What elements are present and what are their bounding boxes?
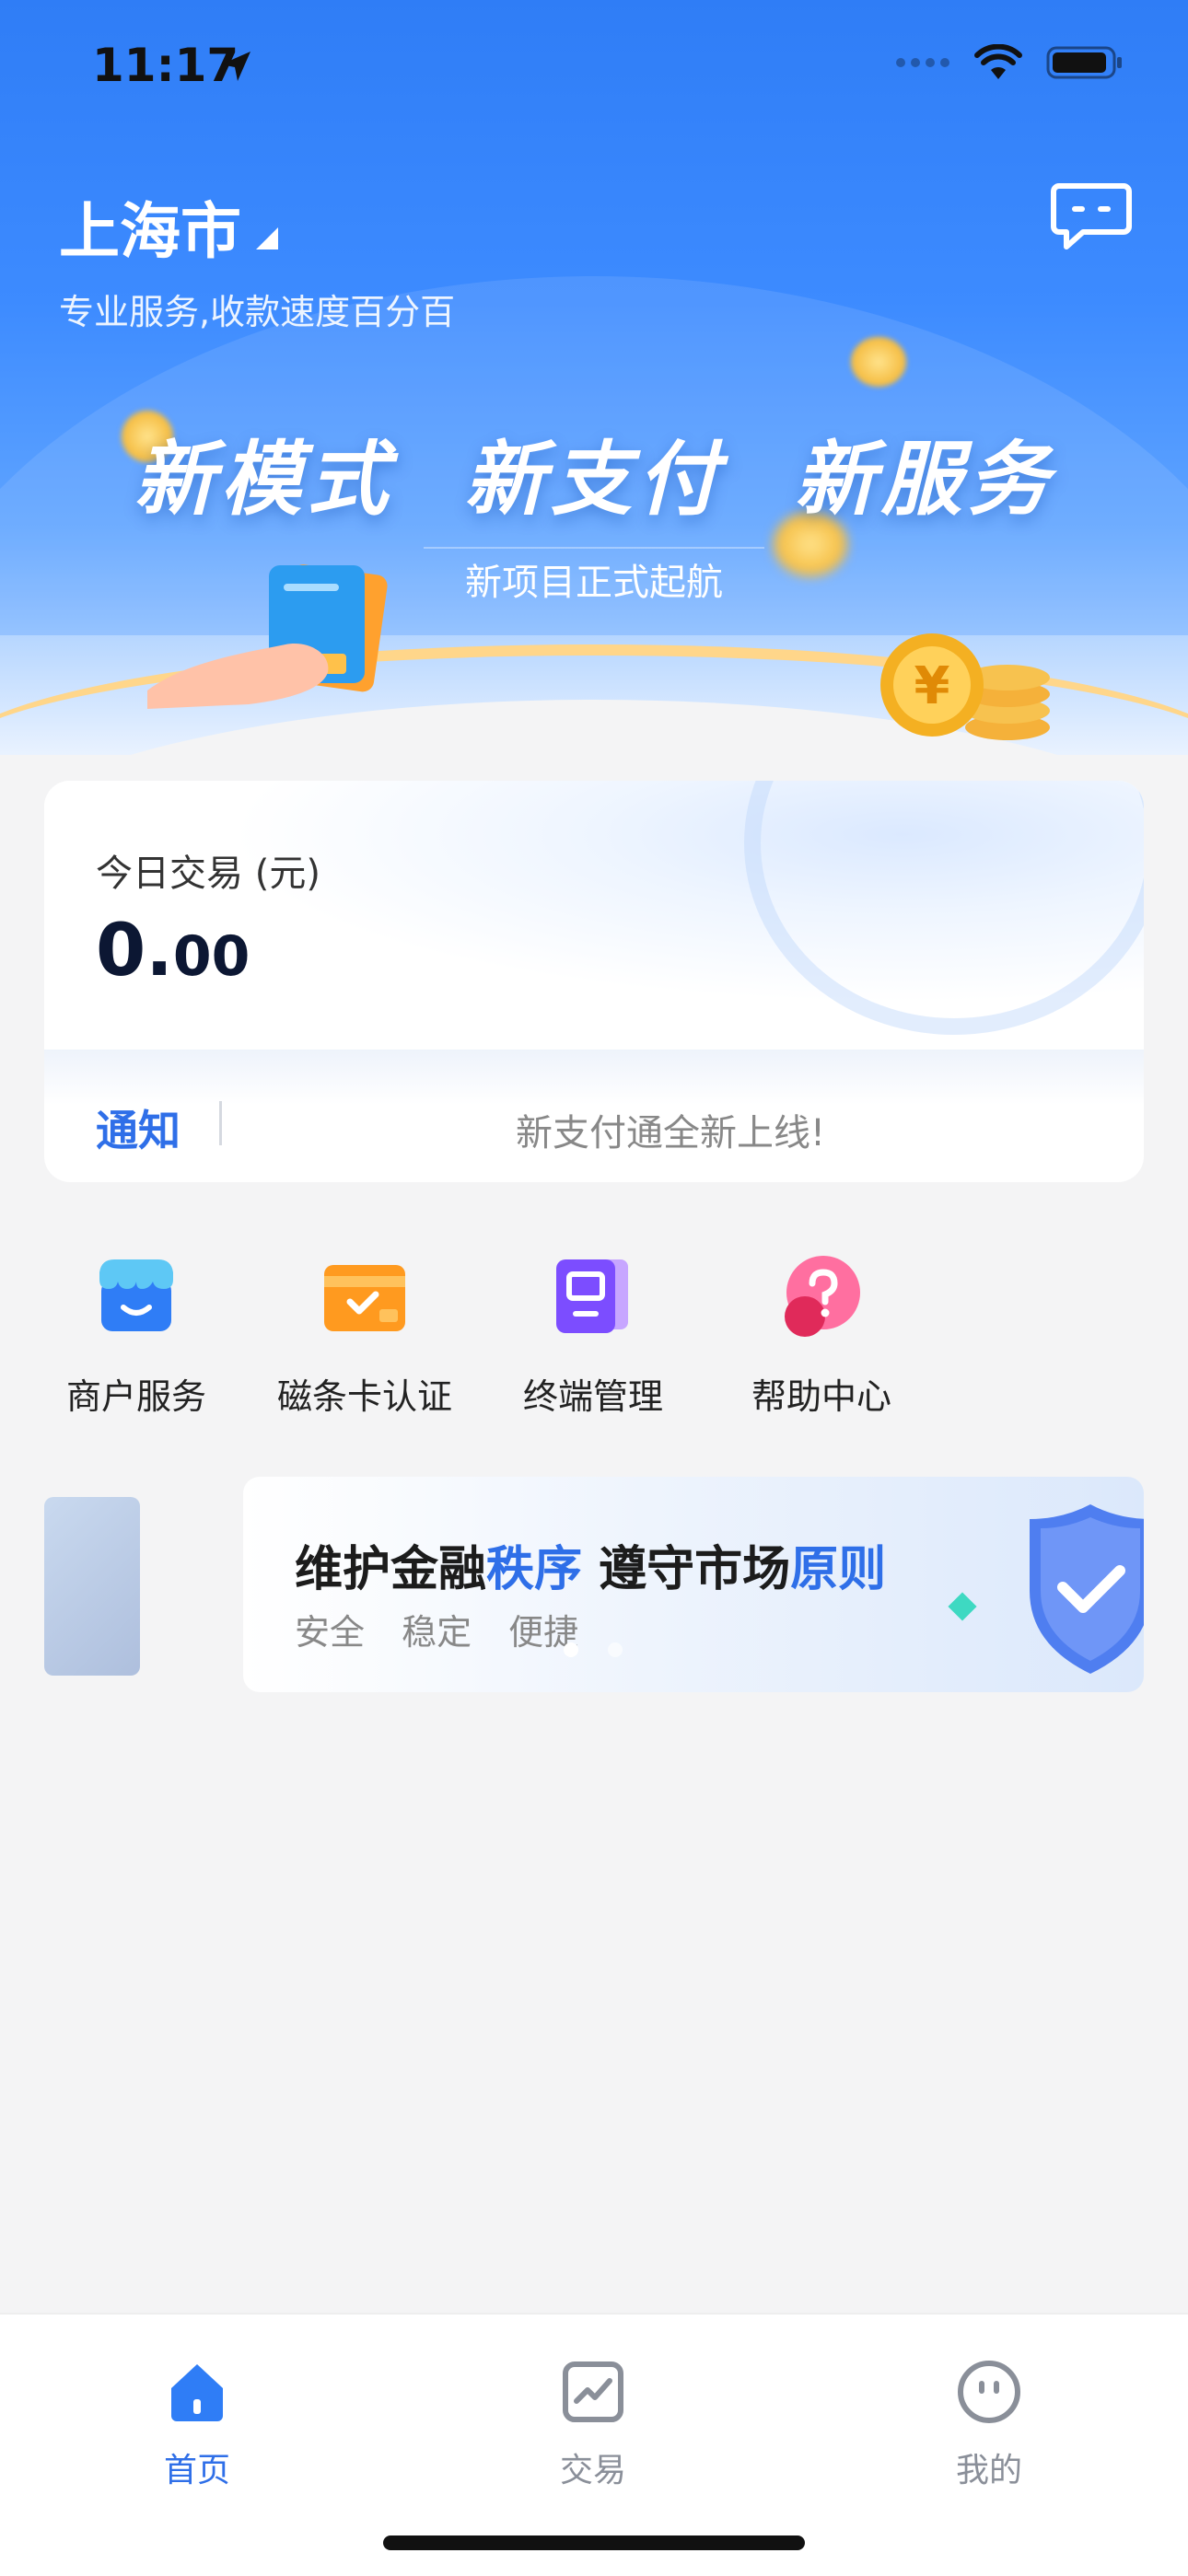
promo-title-part: 维护金融 (295, 1542, 487, 1597)
wifi-icon (974, 44, 1022, 79)
battery-icon (1046, 46, 1122, 79)
promo-title-highlight: 原则 (790, 1542, 887, 1597)
tab-transactions[interactable]: 交易 (483, 2359, 704, 2491)
store-icon (92, 1252, 181, 1340)
shield-icon (1030, 1504, 1144, 1674)
message-icon[interactable] (1050, 180, 1133, 254)
notice-label: 通知 (96, 1106, 181, 1155)
notice-separator (219, 1101, 222, 1145)
card-check-icon (320, 1252, 409, 1340)
tab-home[interactable]: 首页 (87, 2359, 308, 2491)
promo-title-part: 遵守市场 (582, 1542, 791, 1597)
home-indicator (383, 2535, 805, 2550)
menu-label: 商户服务 (65, 1376, 206, 1417)
home-icon (171, 2364, 223, 2421)
menu-help-center[interactable]: 帮助中心 (711, 1252, 932, 1419)
coin-stack-illustration: ¥ (880, 633, 1050, 740)
promo-subtitle: 安全 稳定 便捷 (295, 1612, 579, 1653)
promo-title-highlight: 秩序 (486, 1542, 583, 1597)
coin-decoration (851, 337, 906, 387)
svg-text:¥: ¥ (914, 656, 950, 716)
tab-label: 首页 (163, 2452, 230, 2489)
amount-decimal: 00 (172, 924, 250, 989)
menu-label: 磁条卡认证 (276, 1376, 452, 1417)
chart-icon (563, 2361, 623, 2422)
carousel-dot[interactable] (608, 1642, 623, 1657)
notice-text[interactable]: 新支付通全新上线! (256, 1103, 1085, 1156)
today-transactions-card[interactable]: 今日交易 (元) 0.00 通知 新支付通全新上线! (44, 781, 1144, 1182)
menu-label: 帮助中心 (751, 1376, 891, 1417)
tagline: 专业服务,收款速度百分百 (59, 292, 456, 332)
banner-title: 新模式 新支付 新服务 (134, 432, 1054, 527)
carousel-dot-active[interactable] (564, 1642, 578, 1657)
profile-icon (958, 2361, 1020, 2423)
menu-terminal-management[interactable]: 终端管理 (483, 1252, 704, 1419)
gem-decoration (948, 1592, 977, 1621)
tab-label: 交易 (559, 2452, 626, 2489)
menu-label: 终端管理 (522, 1376, 663, 1417)
help-icon (777, 1252, 866, 1340)
today-amount: 0.00 (96, 910, 250, 992)
today-label: 今日交易 (元) (96, 853, 320, 895)
location-arrow-icon (221, 52, 250, 81)
signal-icon (896, 58, 949, 67)
status-icons (895, 44, 1124, 81)
menu-merchant-service[interactable]: 商户服务 (26, 1252, 247, 1419)
city-selector[interactable]: 上海市 (59, 182, 278, 271)
promo-banner[interactable]: 维护金融秩序 遵守市场原则 安全 稳定 便捷 (243, 1477, 1144, 1692)
divider (424, 547, 764, 549)
hero-banner[interactable]: 11:17 上海市 专业服务,收款速度百分百 新模式 新支付 新服务 新项目正式 (0, 0, 1188, 755)
hand-card-illustration (147, 564, 388, 709)
terminal-icon (549, 1252, 637, 1340)
carousel-prev-slide[interactable] (44, 1497, 140, 1676)
caret-down-icon (256, 227, 278, 249)
amount-integer: 0. (96, 910, 173, 992)
promo-title: 维护金融秩序 遵守市场原则 (295, 1530, 886, 1599)
tab-profile[interactable]: 我的 (879, 2359, 1100, 2491)
menu-card-verification[interactable]: 磁条卡认证 (254, 1252, 475, 1419)
city-name: 上海市 (59, 196, 241, 267)
card-divider (44, 1050, 1144, 1105)
tab-label: 我的 (955, 2452, 1022, 2489)
